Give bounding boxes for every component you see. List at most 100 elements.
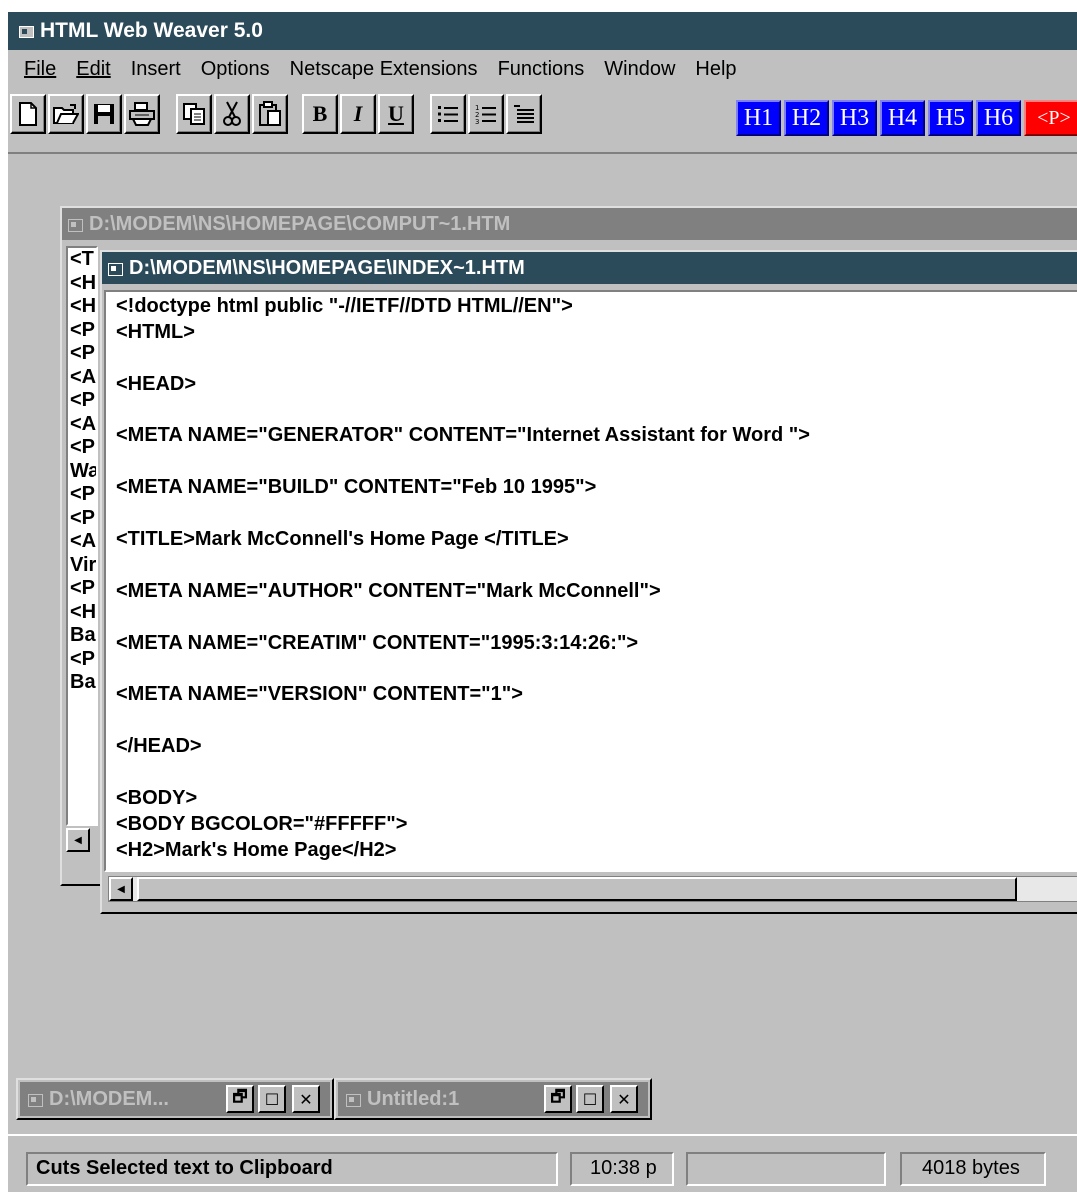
status-time: 10:38 p xyxy=(570,1152,674,1186)
code-line[interactable]: <!doctype html public "-//IETF//DTD HTML… xyxy=(116,294,1077,320)
h4-button[interactable]: H4 xyxy=(880,100,925,136)
code-line-fragment[interactable]: <A xyxy=(70,366,96,390)
h3-button[interactable]: H3 xyxy=(832,100,877,136)
numbered-list-icon: 123 xyxy=(475,104,496,124)
h1-button[interactable]: H1 xyxy=(736,100,781,136)
code-line[interactable] xyxy=(116,760,1077,786)
close-button[interactable]: ✕ xyxy=(610,1085,638,1113)
code-line[interactable]: <HEAD> xyxy=(116,372,1077,398)
document-window-comput-hscroll[interactable]: ◀ xyxy=(66,828,98,852)
code-line[interactable]: <META NAME="CREATIM" CONTENT="1995:3:14:… xyxy=(116,631,1077,657)
cut-button[interactable] xyxy=(214,94,250,134)
app-title-bar[interactable]: HTML Web Weaver 5.0 xyxy=(8,12,1077,50)
menu-options[interactable]: Options xyxy=(201,58,270,81)
paragraph-button[interactable]: <P> xyxy=(1024,100,1077,136)
code-line-fragment[interactable]: <H xyxy=(70,601,96,625)
code-line[interactable] xyxy=(116,656,1077,682)
document-window-index[interactable]: D:\MODEM\NS\HOMEPAGE\INDEX~1.HTM <!docty… xyxy=(100,250,1077,914)
horizontal-scrollbar[interactable]: ◀ xyxy=(108,876,1077,902)
code-line-fragment[interactable]: <H xyxy=(70,272,96,296)
italic-button[interactable]: I xyxy=(340,94,376,134)
code-line[interactable]: <BODY> xyxy=(116,786,1077,812)
menu-netscape-extensions[interactable]: Netscape Extensions xyxy=(290,58,478,81)
code-line[interactable]: <META NAME="GENERATOR" CONTENT="Internet… xyxy=(116,423,1077,449)
app-icon[interactable] xyxy=(18,24,34,38)
close-button[interactable]: ✕ xyxy=(292,1085,320,1113)
paste-button[interactable] xyxy=(252,94,288,134)
code-line-fragment[interactable]: <P xyxy=(70,436,96,460)
code-line-fragment[interactable]: <P xyxy=(70,389,96,413)
menu-file-label: File xyxy=(24,57,57,80)
menu-edit[interactable]: Edit xyxy=(76,58,110,81)
code-line-fragment[interactable]: <H xyxy=(70,295,96,319)
code-line-fragment[interactable]: Vir xyxy=(70,554,96,578)
menu-help[interactable]: Help xyxy=(695,58,736,81)
restore-button[interactable]: 🗗 xyxy=(544,1085,572,1113)
numbered-list-button[interactable]: 123 xyxy=(468,94,504,134)
code-line[interactable]: <BODY BGCOLOR="#FFFFF"> xyxy=(116,812,1077,838)
document-window-comput-editor[interactable]: <T <H <H <P <P <A <P <A <P Wa <P <P <A Vir <P <H Ba <P Ba xyxy=(66,246,98,826)
new-document-button[interactable] xyxy=(10,94,46,134)
code-line[interactable] xyxy=(116,708,1077,734)
app-title: HTML Web Weaver 5.0 xyxy=(40,19,263,42)
status-message: Cuts Selected text to Clipboard xyxy=(26,1152,558,1186)
minimized-window-untitled[interactable]: Untitled:1 🗗 ☐ ✕ xyxy=(334,1078,652,1120)
copy-button[interactable] xyxy=(176,94,212,134)
maximize-button[interactable]: ☐ xyxy=(576,1085,604,1113)
minimized-window-modem-title: D:\MODEM... xyxy=(49,1088,169,1110)
menu-window[interactable]: Window xyxy=(604,58,675,81)
code-line-fragment[interactable]: Ba xyxy=(70,671,96,695)
code-line[interactable] xyxy=(116,398,1077,424)
menu-functions[interactable]: Functions xyxy=(498,58,585,81)
code-line[interactable] xyxy=(116,605,1077,631)
code-line[interactable]: <TITLE>Mark McConnell's Home Page </TITL… xyxy=(116,527,1077,553)
document-window-index-titlebar[interactable]: D:\MODEM\NS\HOMEPAGE\INDEX~1.HTM xyxy=(102,252,1077,284)
copy-icon xyxy=(183,103,205,125)
h2-button[interactable]: H2 xyxy=(784,100,829,136)
code-line[interactable] xyxy=(116,501,1077,527)
h5-button[interactable]: H5 xyxy=(928,100,973,136)
underline-button[interactable]: U xyxy=(378,94,414,134)
code-line[interactable]: <META NAME="VERSION" CONTENT="1"> xyxy=(116,682,1077,708)
save-disk-icon xyxy=(94,104,114,124)
code-line[interactable]: <H2>Mark's Home Page</H2> xyxy=(116,838,1077,864)
code-line[interactable]: </HEAD> xyxy=(116,734,1077,760)
print-button[interactable] xyxy=(124,94,160,134)
code-line-fragment[interactable]: <P xyxy=(70,483,96,507)
code-line-fragment[interactable]: Wa xyxy=(70,460,96,484)
code-line[interactable] xyxy=(116,449,1077,475)
code-line-fragment[interactable]: <P xyxy=(70,342,96,366)
code-line-fragment[interactable]: <P xyxy=(70,648,96,672)
code-line-fragment[interactable]: Ba xyxy=(70,624,96,648)
code-line-fragment[interactable]: <A xyxy=(70,413,96,437)
menu-insert[interactable]: Insert xyxy=(131,58,181,81)
scroll-left-button[interactable]: ◀ xyxy=(66,828,90,852)
code-line-fragment[interactable]: <P xyxy=(70,319,96,343)
menu-file[interactable]: File xyxy=(24,58,56,81)
code-line-fragment[interactable]: <A xyxy=(70,530,96,554)
restore-button[interactable]: 🗗 xyxy=(226,1085,254,1113)
code-line[interactable] xyxy=(116,553,1077,579)
indent-list-button[interactable] xyxy=(506,94,542,134)
bold-button[interactable]: B xyxy=(302,94,338,134)
scroll-thumb[interactable] xyxy=(137,877,1017,901)
printer-icon xyxy=(129,102,155,126)
code-line[interactable] xyxy=(116,346,1077,372)
code-line-fragment[interactable]: <P xyxy=(70,507,96,531)
code-line[interactable]: <META NAME="AUTHOR" CONTENT="Mark McConn… xyxy=(116,579,1077,605)
document-window-comput-titlebar[interactable]: D:\MODEM\NS\HOMEPAGE\COMPUT~1.HTM xyxy=(62,208,1077,240)
code-line-fragment[interactable]: <P xyxy=(70,577,96,601)
code-line[interactable]: <HTML> xyxy=(116,320,1077,346)
maximize-button[interactable]: ☐ xyxy=(258,1085,286,1113)
save-button[interactable] xyxy=(86,94,122,134)
html-editor[interactable]: <!doctype html public "-//IETF//DTD HTML… xyxy=(104,290,1077,872)
document-icon xyxy=(108,262,123,276)
menu-edit-label: Edit xyxy=(76,57,111,80)
scroll-left-button[interactable]: ◀ xyxy=(109,877,133,901)
code-line[interactable]: <META NAME="BUILD" CONTENT="Feb 10 1995"… xyxy=(116,475,1077,501)
open-button[interactable] xyxy=(48,94,84,134)
bullet-list-button[interactable] xyxy=(430,94,466,134)
code-line-fragment[interactable]: <T xyxy=(70,248,96,272)
minimized-window-modem[interactable]: D:\MODEM... 🗗 ☐ ✕ xyxy=(16,1078,334,1120)
h6-button[interactable]: H6 xyxy=(976,100,1021,136)
